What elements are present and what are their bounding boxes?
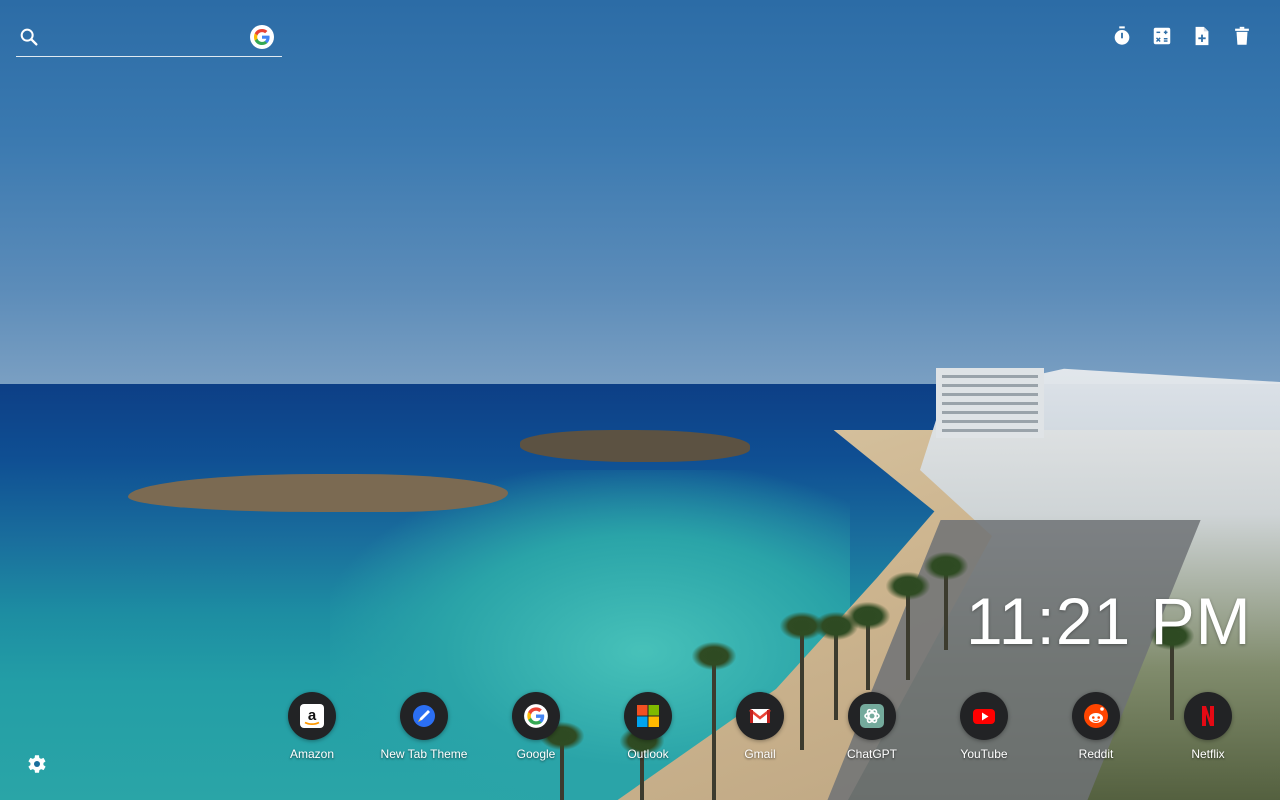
shortcut-netflix[interactable]: Netflix	[1152, 692, 1264, 761]
sky	[0, 0, 1280, 384]
shortcut-label: Gmail	[744, 747, 776, 761]
palm-tree	[886, 572, 930, 680]
shortcut-label: New Tab Theme	[380, 747, 468, 761]
shortcut-label: YouTube	[960, 747, 1008, 761]
netflix-icon	[1184, 692, 1232, 740]
search-input[interactable]	[52, 24, 256, 52]
shortcut-chatgpt[interactable]: ChatGPT	[816, 692, 928, 761]
shortcut-gmail[interactable]: Gmail	[704, 692, 816, 761]
shortcut-label: Google	[516, 747, 556, 761]
add-note-icon[interactable]	[1190, 24, 1214, 48]
gear-icon[interactable]	[24, 752, 48, 776]
shortcut-label: Amazon	[289, 747, 335, 761]
background-wallpaper	[0, 0, 1280, 800]
rock-outcrop	[520, 430, 750, 462]
timer-icon[interactable]	[1110, 24, 1134, 48]
shortcut-outlook[interactable]: Outlook	[592, 692, 704, 761]
rock-island	[128, 474, 508, 512]
shortcuts-dock: a Amazon New Tab Theme Google Outlook Gm	[256, 692, 1264, 761]
google-g-icon[interactable]	[250, 25, 274, 49]
microsoft-icon	[624, 692, 672, 740]
shortcut-label: Netflix	[1191, 747, 1225, 761]
shortcut-youtube[interactable]: YouTube	[928, 692, 1040, 761]
shortcut-new-tab-theme[interactable]: New Tab Theme	[368, 692, 480, 761]
amazon-icon: a	[288, 692, 336, 740]
shortcut-label: Reddit	[1078, 747, 1114, 761]
google-icon	[512, 692, 560, 740]
clock-time: 11:21 PM	[966, 584, 1252, 658]
new-tab-theme-icon	[400, 692, 448, 740]
shortcut-google[interactable]: Google	[480, 692, 592, 761]
svg-text:a: a	[308, 707, 317, 724]
palm-tree	[846, 602, 890, 690]
search-icon[interactable]	[18, 26, 40, 48]
gmail-icon	[736, 692, 784, 740]
hotel-building	[936, 368, 1044, 438]
shortcut-reddit[interactable]: Reddit	[1040, 692, 1152, 761]
trash-icon[interactable]	[1230, 24, 1254, 48]
reddit-icon	[1072, 692, 1120, 740]
calculator-icon[interactable]	[1150, 24, 1174, 48]
chatgpt-icon	[848, 692, 896, 740]
shortcut-label: Outlook	[627, 747, 669, 761]
shortcut-label: ChatGPT	[846, 747, 897, 761]
toolbar	[1110, 24, 1254, 48]
palm-tree	[924, 552, 968, 650]
search-bar	[16, 20, 282, 57]
youtube-icon	[960, 692, 1008, 740]
shortcut-amazon[interactable]: a Amazon	[256, 692, 368, 761]
